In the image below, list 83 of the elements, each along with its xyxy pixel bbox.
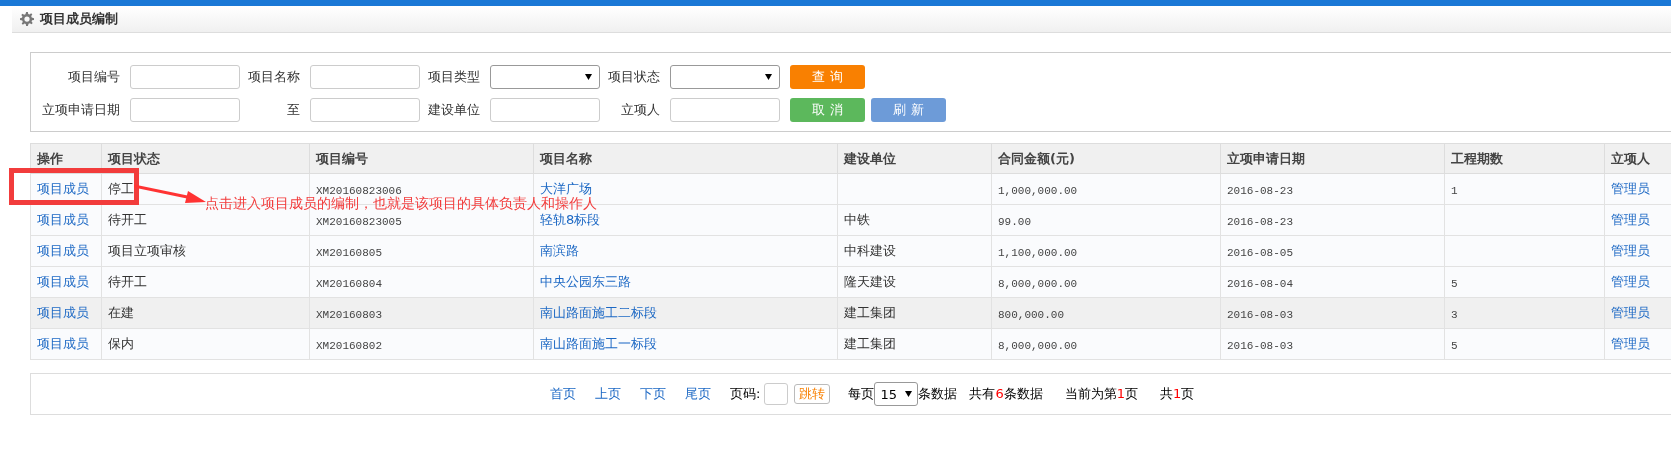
table-cell: 建工集团 bbox=[844, 336, 896, 351]
table-cell: 中铁 bbox=[844, 212, 870, 227]
dropdown[interactable] bbox=[670, 64, 780, 89]
table-cell: 项目立项审核 bbox=[108, 243, 186, 258]
settings-icon bbox=[20, 12, 34, 26]
callout-arrow bbox=[134, 183, 206, 205]
table-cell: 保内 bbox=[108, 336, 134, 351]
table-cell: 在建 bbox=[108, 305, 134, 320]
per-page-label: 每页 bbox=[848, 385, 875, 403]
table-link[interactable]: 南山路面施工一标段 bbox=[540, 336, 657, 351]
per-page-suffix: 条数据 bbox=[918, 385, 958, 403]
table-link[interactable]: 南滨路 bbox=[540, 243, 579, 258]
per-page-dropdown[interactable]: 15 bbox=[874, 382, 919, 406]
table-cell: 2016-08-04 bbox=[1227, 277, 1293, 290]
page-link[interactable]: 下页 bbox=[640, 385, 666, 403]
table-cell: 待开工 bbox=[108, 274, 147, 289]
table-cell: 停工 bbox=[108, 181, 134, 196]
column-header: 项目名称 bbox=[533, 143, 838, 174]
table-link[interactable]: 中央公园东三路 bbox=[540, 274, 631, 289]
column-header: 建设单位 bbox=[837, 143, 992, 174]
action-button[interactable]: 刷 新 bbox=[871, 97, 946, 122]
table-cell: 2016-08-03 bbox=[1227, 308, 1293, 321]
page-link[interactable]: 尾页 bbox=[685, 385, 711, 403]
table-link[interactable]: 轻轨8标段 bbox=[540, 212, 601, 227]
caret-icon bbox=[585, 73, 592, 80]
table-cell: 5 bbox=[1451, 339, 1458, 352]
table-cell: XM20160805 bbox=[316, 246, 382, 259]
annotation-text: 点击进入项目成员的编制，也就是该项目的具体负责人和操作人 bbox=[205, 196, 597, 210]
table-cell: 8,000,000.00 bbox=[998, 339, 1078, 352]
table-link[interactable]: 南山路面施工二标段 bbox=[540, 305, 657, 320]
table-cell: 待开工 bbox=[108, 212, 147, 227]
table-cell: 2016-08-03 bbox=[1227, 339, 1293, 352]
table-cell: XM20160823005 bbox=[316, 215, 402, 228]
table-link[interactable]: 大洋广场 bbox=[540, 181, 592, 196]
table-cell: 2016-08-05 bbox=[1227, 246, 1293, 259]
table-cell: 1,000,000.00 bbox=[998, 184, 1078, 197]
field-label: 项目类型 bbox=[427, 67, 481, 86]
table-cell: 中科建设 bbox=[844, 243, 896, 258]
input-field[interactable] bbox=[310, 64, 420, 89]
table-cell: 800,000.00 bbox=[998, 308, 1064, 321]
page-label: 页码: bbox=[730, 385, 761, 403]
input-field[interactable] bbox=[310, 97, 420, 122]
page-link[interactable]: 首页 bbox=[550, 385, 576, 403]
table-cell: XM20160803 bbox=[316, 308, 382, 321]
table-cell: XM20160823006 bbox=[316, 184, 402, 197]
table-cell: 8,000,000.00 bbox=[998, 277, 1078, 290]
caret-icon bbox=[905, 391, 913, 397]
current-page: 当前为第1页 bbox=[1064, 385, 1138, 403]
table-cell: 99.00 bbox=[998, 215, 1031, 228]
table-cell: XM20160804 bbox=[316, 277, 382, 290]
input-field[interactable] bbox=[130, 64, 240, 89]
column-header: 项目编号 bbox=[309, 143, 534, 174]
table-cell: 隆天建设 bbox=[844, 274, 896, 289]
field-label: 建设单位 bbox=[427, 100, 481, 119]
table-cell: 1 bbox=[1451, 184, 1458, 197]
table-cell: 3 bbox=[1451, 308, 1458, 321]
page-input[interactable] bbox=[764, 383, 789, 405]
table-cell: 2016-08-23 bbox=[1227, 184, 1293, 197]
table-cell: 5 bbox=[1451, 277, 1458, 290]
table-cell: 建工集团 bbox=[844, 305, 896, 320]
input-field[interactable] bbox=[130, 97, 240, 122]
field-label: 项目名称 bbox=[247, 67, 301, 86]
caret-icon bbox=[765, 73, 772, 80]
input-field[interactable] bbox=[490, 97, 600, 122]
column-header: 项目状态 bbox=[101, 143, 310, 174]
table-cell: 2016-08-23 bbox=[1227, 215, 1293, 228]
table-cell: XM20160802 bbox=[316, 339, 382, 352]
field-label: 立项人 bbox=[620, 100, 661, 119]
page-link[interactable]: 上页 bbox=[595, 385, 621, 403]
column-header: 工程期数 bbox=[1444, 143, 1605, 174]
column-header: 立项人 bbox=[1604, 143, 1671, 174]
total-pages: 共1页 bbox=[1159, 385, 1195, 403]
field-label: 立项申请日期 bbox=[41, 100, 121, 119]
total-count: 共有6条数据 bbox=[969, 385, 1043, 403]
table-cell: 1,100,000.00 bbox=[998, 246, 1078, 259]
field-label: 至 bbox=[286, 100, 301, 119]
page-title: 项目成员编制 bbox=[40, 10, 118, 28]
input-field[interactable] bbox=[670, 97, 780, 122]
field-label: 项目编号 bbox=[67, 67, 121, 86]
column-header: 合同金额(元) bbox=[991, 143, 1221, 174]
column-header: 立项申请日期 bbox=[1220, 143, 1445, 174]
dropdown[interactable] bbox=[490, 64, 600, 89]
field-label: 项目状态 bbox=[607, 67, 661, 86]
